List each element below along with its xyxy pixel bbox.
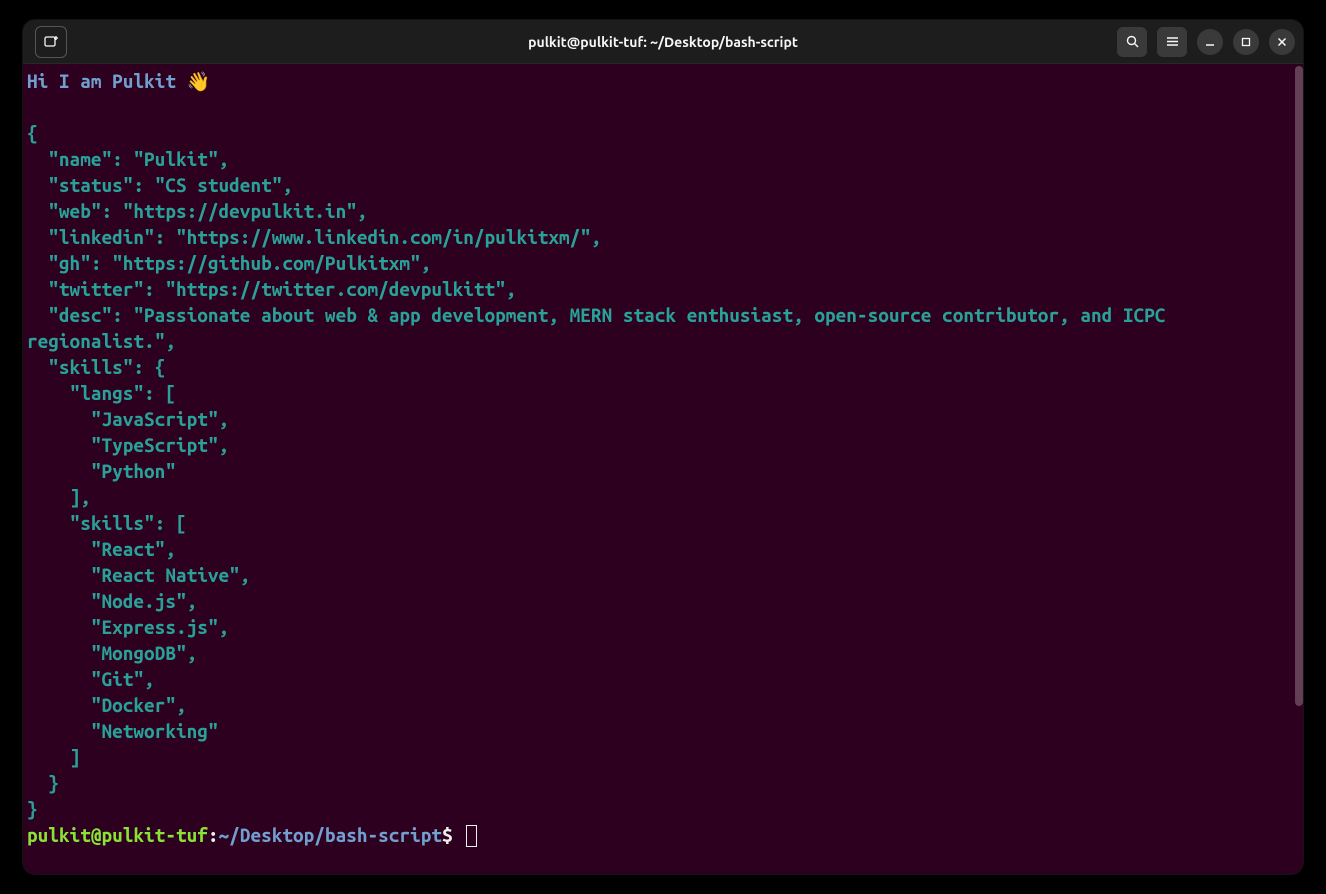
json-line: { [27, 120, 1299, 146]
terminal-window: pulkit@pulkit-tuf: ~/Desktop/bash-script [23, 20, 1303, 874]
json-line: } [27, 796, 1299, 822]
prompt-line: pulkit@pulkit-tuf:~/Desktop/bash-script$ [27, 822, 1299, 850]
menu-button[interactable] [1157, 27, 1187, 57]
json-line: "Express.js", [27, 614, 1299, 640]
json-line: "desc": "Passionate about web & app deve… [27, 302, 1299, 354]
minimize-button[interactable] [1197, 29, 1223, 55]
json-line: "Docker", [27, 692, 1299, 718]
json-line: ] [27, 744, 1299, 770]
prompt-user: pulkit@pulkit-tuf [27, 824, 208, 846]
json-line: "web": "https://devpulkit.in", [27, 198, 1299, 224]
terminal-body[interactable]: Hi I am Pulkit 👋 { "name": "Pulkit", "st… [23, 64, 1303, 874]
json-line: "Node.js", [27, 588, 1299, 614]
json-line: "TypeScript", [27, 432, 1299, 458]
json-line: "React", [27, 536, 1299, 562]
json-line: "React Native", [27, 562, 1299, 588]
json-line: "Networking" [27, 718, 1299, 744]
close-icon [1276, 36, 1288, 48]
json-line: ], [27, 484, 1299, 510]
prompt-colon: : [208, 824, 219, 846]
greeting-text: Hi I am Pulkit [27, 70, 187, 92]
search-icon [1125, 34, 1140, 49]
json-line: "name": "Pulkit", [27, 146, 1299, 172]
prompt-path: ~/Desktop/bash-script [219, 824, 442, 846]
search-button[interactable] [1117, 27, 1147, 57]
json-line: "status": "CS student", [27, 172, 1299, 198]
titlebar: pulkit@pulkit-tuf: ~/Desktop/bash-script [23, 20, 1303, 64]
json-line: "linkedin": "https://www.linkedin.com/in… [27, 224, 1299, 250]
wave-emoji: 👋 [187, 70, 211, 92]
cursor [466, 825, 477, 847]
window-title: pulkit@pulkit-tuf: ~/Desktop/bash-script [528, 34, 798, 50]
json-line: "gh": "https://github.com/Pulkitxm", [27, 250, 1299, 276]
json-line: "langs": [ [27, 380, 1299, 406]
json-line: } [27, 770, 1299, 796]
greeting-line: Hi I am Pulkit 👋 [27, 68, 1299, 94]
json-line: "skills": [ [27, 510, 1299, 536]
json-line: "twitter": "https://twitter.com/devpulki… [27, 276, 1299, 302]
close-button[interactable] [1269, 29, 1295, 55]
new-tab-icon [43, 34, 59, 50]
maximize-icon [1240, 36, 1252, 48]
new-tab-button[interactable] [35, 26, 67, 58]
json-line: "MongoDB", [27, 640, 1299, 666]
minimize-icon [1204, 36, 1216, 48]
hamburger-icon [1165, 34, 1180, 49]
json-line: "JavaScript", [27, 406, 1299, 432]
json-line: "Python" [27, 458, 1299, 484]
blank-line [27, 94, 1299, 120]
json-line: "Git", [27, 666, 1299, 692]
prompt-dollar: $ [442, 824, 463, 846]
scrollbar[interactable] [1295, 66, 1303, 706]
maximize-button[interactable] [1233, 29, 1259, 55]
json-line: "skills": { [27, 354, 1299, 380]
